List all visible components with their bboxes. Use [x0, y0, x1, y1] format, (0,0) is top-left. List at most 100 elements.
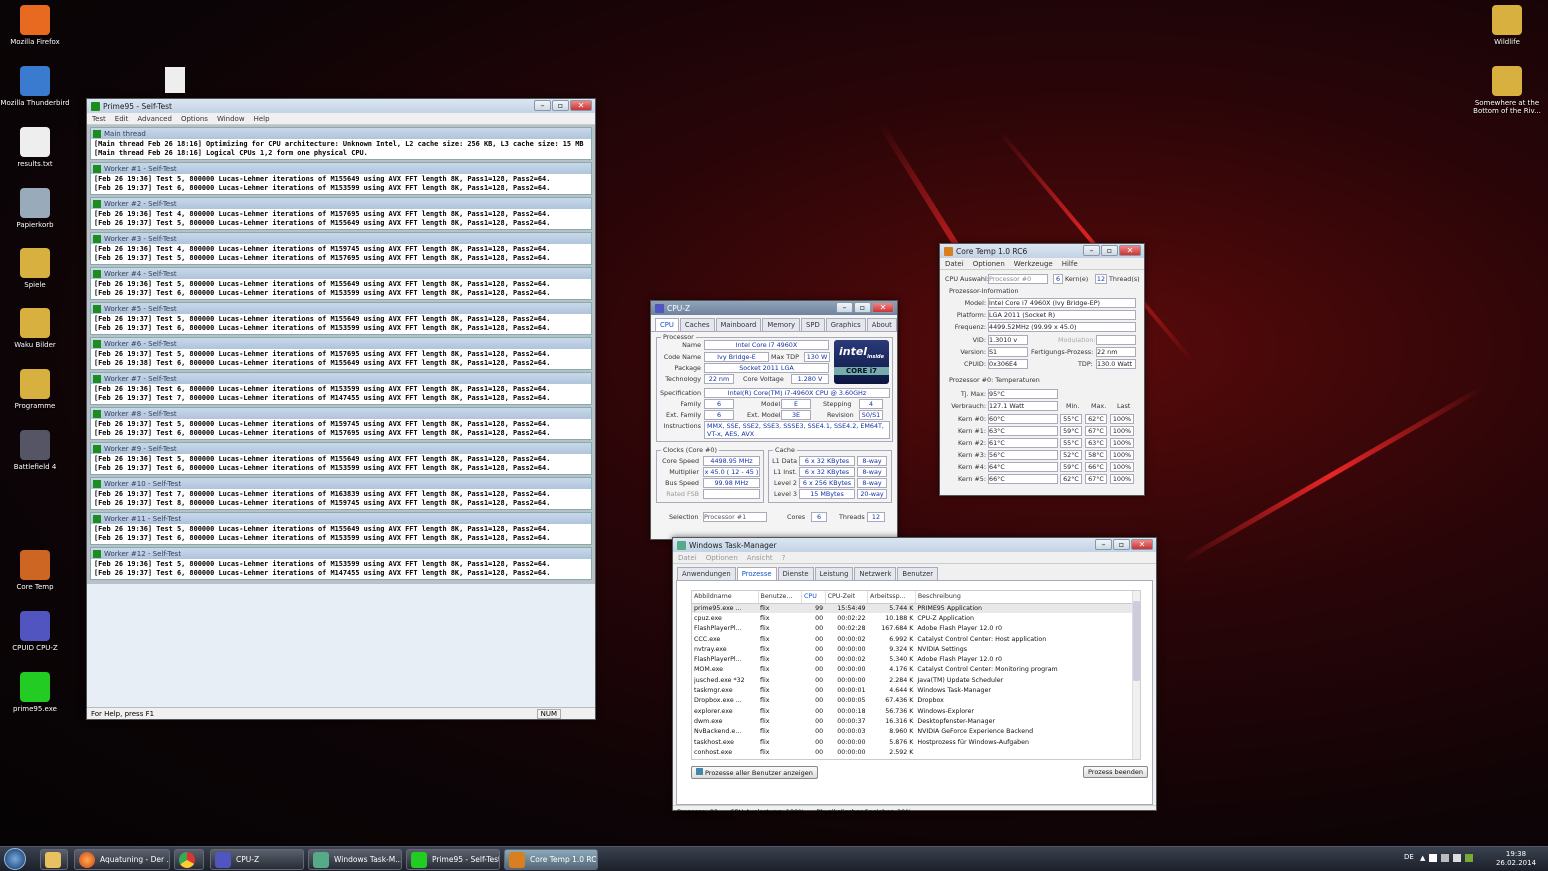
tab[interactable]: Benutzer — [897, 567, 939, 580]
menu-item[interactable]: Datei — [678, 554, 697, 562]
process-row[interactable]: MOM.exe flix 00 00:00:00 4.176 K Catalyst Con… — [692, 665, 1140, 675]
menu-item[interactable]: Datei — [945, 260, 964, 268]
desktop-icon[interactable]: Mozilla Thunderbird — [0, 66, 70, 107]
menu-item[interactable]: Hilfe — [1062, 260, 1078, 268]
taskbar-coretemp[interactable]: Core Temp 1.0 RC6 — [504, 849, 598, 870]
tab[interactable]: CPU — [655, 318, 679, 331]
column-header[interactable]: Beschreibung — [915, 591, 1140, 604]
close-button[interactable]: ✕ — [1131, 539, 1153, 550]
worker-window[interactable]: Main thread [Main thread Feb 26 18:16] Op… — [90, 127, 592, 160]
process-row[interactable]: FlashPlayerPl... flix 00 00:00:02 5.340 K Ado… — [692, 654, 1140, 664]
taskbar-cpuz[interactable]: CPU-Z — [210, 849, 304, 870]
menu-item[interactable]: Test — [92, 115, 106, 123]
menu-item[interactable]: Optionen — [706, 554, 738, 562]
flag-icon[interactable] — [1429, 854, 1438, 862]
desktop-icon[interactable]: Core Temp — [0, 550, 70, 591]
desktop-icon[interactable]: Somewhere at the Bottom of the Riv... — [1472, 66, 1542, 115]
worker-window[interactable]: Worker #11 - Self-Test [Feb 26 19:36] Tes… — [90, 512, 592, 545]
column-header[interactable]: Benutze... — [758, 591, 803, 604]
taskmanager-titlebar[interactable]: Windows Task-Manager – ▫ ✕ — [673, 538, 1156, 552]
desktop-icon[interactable]: Spiele — [0, 248, 70, 289]
process-row[interactable]: NvBackend.e... flix 00 00:00:03 8.960 K NVIDI… — [692, 727, 1140, 737]
tray-up-arrow-icon[interactable]: ▲ — [1420, 854, 1425, 862]
tab[interactable]: Caches — [679, 318, 715, 331]
worker-window[interactable]: Worker #10 - Self-Test [Feb 26 19:37] Tes… — [90, 477, 592, 510]
tab[interactable]: About — [866, 318, 897, 331]
maximize-button[interactable]: ▫ — [1113, 539, 1130, 550]
clock[interactable]: 19:38 26.02.2014 — [1494, 850, 1538, 868]
coretemp-titlebar[interactable]: Core Temp 1.0 RC6 – ▫ ✕ — [940, 244, 1144, 258]
minimize-button[interactable]: – — [1083, 245, 1100, 256]
worker-titlebar[interactable]: Worker #5 - Self-Test — [91, 303, 591, 314]
worker-window[interactable]: Worker #7 - Self-Test [Feb 26 19:36] Test… — [90, 372, 592, 405]
show-all-processes-button[interactable]: Prozesse aller Benutzer anzeigen — [691, 766, 818, 779]
tab[interactable]: Mainboard — [715, 318, 762, 331]
worker-titlebar[interactable]: Worker #8 - Self-Test — [91, 408, 591, 419]
tab[interactable]: Memory — [762, 318, 801, 331]
menu-item[interactable]: Werkzeuge — [1014, 260, 1053, 268]
close-button[interactable]: ✕ — [1119, 245, 1141, 256]
worker-titlebar[interactable]: Worker #2 - Self-Test — [91, 198, 591, 209]
start-button[interactable] — [4, 848, 26, 870]
process-row[interactable]: FlashPlayerPl... flix 00 00:02:28 167.684 KA… — [692, 624, 1140, 634]
close-button[interactable]: ✕ — [872, 302, 894, 313]
desktop-icon[interactable]: Waku Bilder — [0, 308, 70, 349]
gpu-tray-icon[interactable] — [1465, 854, 1474, 862]
process-list[interactable]: Abbildname Benutze... CPU CPU-Zeit Arbeitssp… — [691, 590, 1141, 760]
desktop-icon[interactable]: Mozilla Firefox — [0, 5, 70, 46]
taskbar-prime95[interactable]: Prime95 - Self-Test — [406, 849, 500, 870]
worker-titlebar[interactable]: Worker #6 - Self-Test — [91, 338, 591, 349]
cpuz-window[interactable]: CPU-Z – ▫ ✕ CPU Caches Mainboard Memory SPD Gra… — [650, 300, 898, 540]
desktop-icon[interactable]: results.txt — [0, 127, 70, 168]
worker-titlebar[interactable]: Worker #7 - Self-Test — [91, 373, 591, 384]
process-row[interactable]: cpuz.exe flix 00 00:02:22 10.188 K CPU-Z Appl… — [692, 613, 1140, 623]
taskbar-taskmanager[interactable]: Windows Task-M... — [308, 849, 402, 870]
cpuz-titlebar[interactable]: CPU-Z – ▫ ✕ — [651, 301, 897, 315]
process-row[interactable]: explorer.exe flix 00 00:00:18 56.736 K Window… — [692, 706, 1140, 716]
close-button[interactable]: ✕ — [570, 100, 592, 111]
desktop-icon[interactable]: Programme — [0, 369, 70, 410]
worker-titlebar[interactable]: Worker #9 - Self-Test — [91, 443, 591, 454]
processor-select[interactable]: Processor #1 — [703, 512, 767, 522]
process-row[interactable]: dwm.exe flix 00 00:00:37 16.316 K Desktopfens… — [692, 716, 1140, 726]
process-row[interactable]: conhost.exe flix 00 00:00:00 2.592 K — [692, 747, 1140, 757]
worker-window[interactable]: Worker #6 - Self-Test [Feb 26 19:37] Test… — [90, 337, 592, 370]
tab[interactable]: Netzwerk — [854, 567, 897, 580]
menu-item[interactable]: Optionen — [973, 260, 1005, 268]
end-process-button[interactable]: Prozess beenden — [1083, 766, 1149, 778]
network-icon[interactable] — [1441, 854, 1450, 862]
tab[interactable]: Leistung — [814, 567, 854, 580]
tab[interactable]: Anwendungen — [677, 567, 736, 580]
process-row[interactable]: prime95.exe ... flix 99 15:54:49 5.744 K PRIM… — [692, 603, 1140, 614]
speaker-icon[interactable] — [1453, 854, 1462, 862]
minimize-button[interactable]: – — [836, 302, 853, 313]
tab[interactable]: SPD — [801, 318, 825, 331]
column-header[interactable]: CPU — [801, 591, 826, 604]
maximize-button[interactable]: ▫ — [1101, 245, 1118, 256]
process-row[interactable]: CCC.exe flix 00 00:00:02 6.992 K Catalyst Con… — [692, 634, 1140, 644]
worker-titlebar[interactable]: Worker #11 - Self-Test — [91, 513, 591, 524]
cpu-select[interactable]: Processor #0 — [988, 274, 1048, 284]
desktop-icon[interactable]: Battlefield 4 — [0, 430, 70, 471]
process-row[interactable]: Dropbox.exe ... flix 00 00:00:05 67.436 K Dro… — [692, 696, 1140, 706]
process-row[interactable]: nvtray.exe flix 00 00:00:00 9.324 K NVIDIA Se… — [692, 644, 1140, 654]
worker-titlebar[interactable]: Main thread — [91, 128, 591, 139]
coretemp-window[interactable]: Core Temp 1.0 RC6 – ▫ ✕ Datei Optionen Werkz… — [939, 243, 1145, 496]
worker-titlebar[interactable]: Worker #1 - Self-Test — [91, 163, 591, 174]
worker-window[interactable]: Worker #4 - Self-Test [Feb 26 19:36] Test… — [90, 267, 592, 300]
minimize-button[interactable]: – — [1095, 539, 1112, 550]
taskbar-firefox[interactable]: Aquatuning - Der ... — [74, 849, 170, 870]
worker-titlebar[interactable]: Worker #3 - Self-Test — [91, 233, 591, 244]
desktop-icon[interactable]: Papierkorb — [0, 188, 70, 229]
prime95-window[interactable]: Prime95 - Self-Test – ▫ ✕ Test Edit Advanced… — [86, 98, 596, 720]
worker-window[interactable]: Worker #5 - Self-Test [Feb 26 19:37] Test… — [90, 302, 592, 335]
column-header[interactable]: CPU-Zeit — [825, 591, 869, 604]
prime95-titlebar[interactable]: Prime95 - Self-Test – ▫ ✕ — [87, 99, 595, 113]
tab[interactable]: Prozesse — [736, 567, 777, 580]
worker-window[interactable]: Worker #2 - Self-Test [Feb 26 19:36] Test… — [90, 197, 592, 230]
scrollbar[interactable] — [1132, 591, 1140, 759]
worker-titlebar[interactable]: Worker #12 - Self-Test — [91, 548, 591, 559]
language-indicator[interactable]: DE — [1404, 853, 1414, 861]
process-row[interactable]: taskhost.exe flix 00 00:00:00 5.876 K Hostpro… — [692, 737, 1140, 747]
desktop-icon[interactable]: prime95.exe — [0, 672, 70, 713]
